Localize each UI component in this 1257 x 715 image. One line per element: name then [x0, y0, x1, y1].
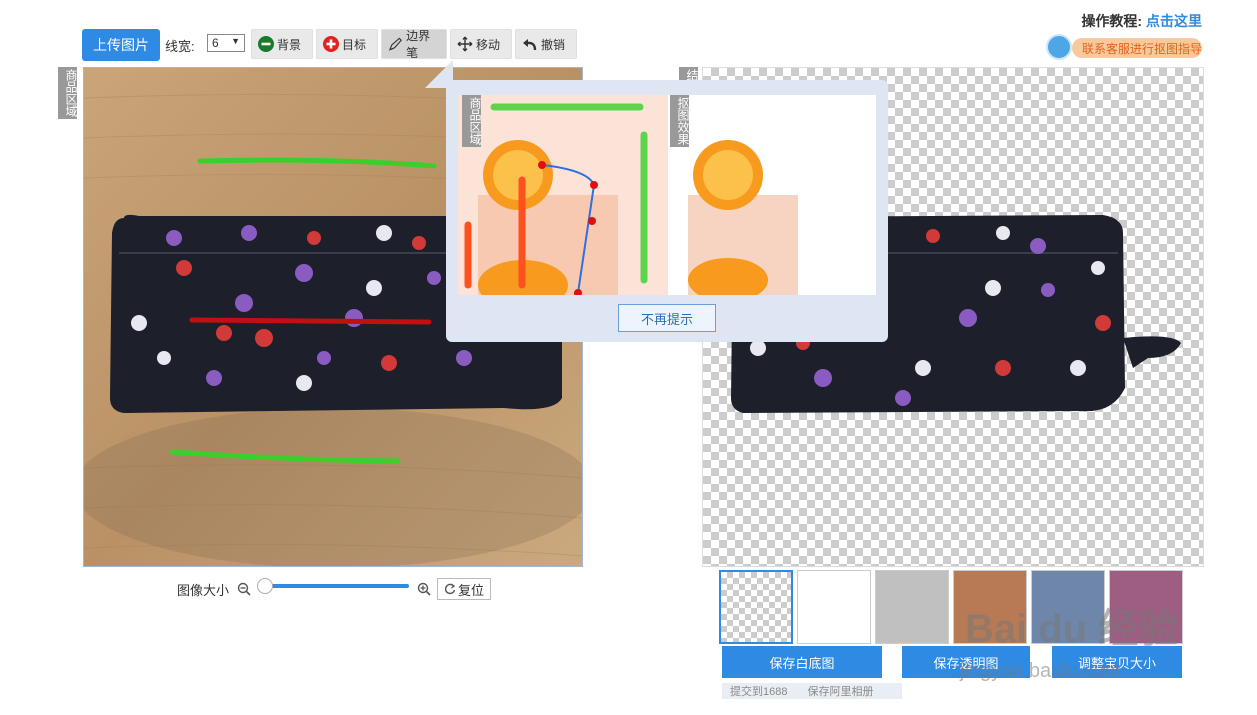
dropdown-arrow-icon: ▼	[231, 36, 240, 46]
reset-label: 复位	[457, 582, 484, 598]
popup-example-after	[668, 95, 876, 295]
baidu-watermark: Bai du 经验	[965, 607, 1179, 651]
product-region-label: 商品区域	[58, 67, 78, 119]
tool-boundary-pen-button[interactable]: 边界笔	[381, 29, 447, 60]
move-icon	[457, 36, 473, 52]
minus-circle-icon	[258, 36, 274, 52]
popup-result-label: 抠图效果	[670, 95, 690, 147]
image-size-label: 图像大小	[177, 583, 230, 598]
plus-circle-icon	[323, 36, 339, 52]
upload-image-button[interactable]: 上传图片	[82, 29, 160, 61]
example-cutout-image	[668, 95, 876, 295]
tool-target-button[interactable]: 目标	[316, 29, 378, 59]
tool-label: 背景	[277, 37, 302, 52]
tool-label: 目标	[342, 37, 367, 52]
tutorial-link[interactable]: 点击这里	[1146, 13, 1202, 29]
tool-undo-button[interactable]: 撤销	[515, 29, 577, 59]
line-width-select[interactable]: 6 ▼	[207, 34, 245, 52]
submit-1688-link[interactable]: 提交到1688	[730, 683, 787, 699]
dont-show-again-button[interactable]: 不再提示	[618, 304, 716, 332]
reset-button[interactable]: 复位	[437, 578, 491, 600]
line-width-value: 6	[212, 36, 219, 50]
swatch-white[interactable]	[797, 570, 871, 644]
zoom-in-icon[interactable]	[417, 582, 431, 596]
contact-support-button[interactable]: 联系客服进行抠图指导	[1072, 38, 1202, 58]
swatch-gray[interactable]	[875, 570, 949, 644]
baidu-watermark-url: jingyan.baidu.com	[960, 660, 1122, 682]
line-width-label: 线宽:	[165, 39, 195, 54]
swatch-transparent[interactable]	[719, 570, 793, 644]
tool-label: 边界笔	[406, 29, 431, 60]
tool-move-button[interactable]: 移动	[450, 29, 512, 59]
tip-popup: 商品区域 抠图效果 不再提示	[446, 80, 888, 342]
tool-label: 撤销	[541, 37, 566, 52]
save-white-background-button[interactable]: 保存白底图	[722, 646, 882, 678]
tutorial-link-area: 操作教程: 点击这里	[1081, 11, 1202, 31]
popup-example-before	[458, 95, 668, 295]
example-product-image	[458, 95, 668, 295]
popup-product-region-label: 商品区域	[462, 95, 482, 147]
tutorial-label: 操作教程:	[1081, 13, 1143, 29]
zoom-out-icon[interactable]	[237, 582, 251, 596]
tool-background-button[interactable]: 背景	[251, 29, 313, 59]
tool-label: 移动	[476, 37, 501, 52]
reset-icon	[444, 583, 456, 595]
secondary-links: 提交到1688 保存阿里相册	[722, 683, 902, 699]
undo-icon	[523, 39, 537, 51]
support-mascot-icon	[1046, 34, 1072, 60]
pen-icon	[388, 37, 402, 51]
save-album-link[interactable]: 保存阿里相册	[807, 683, 873, 699]
zoom-slider-track[interactable]	[263, 584, 409, 588]
zoom-slider-thumb[interactable]	[257, 578, 273, 594]
